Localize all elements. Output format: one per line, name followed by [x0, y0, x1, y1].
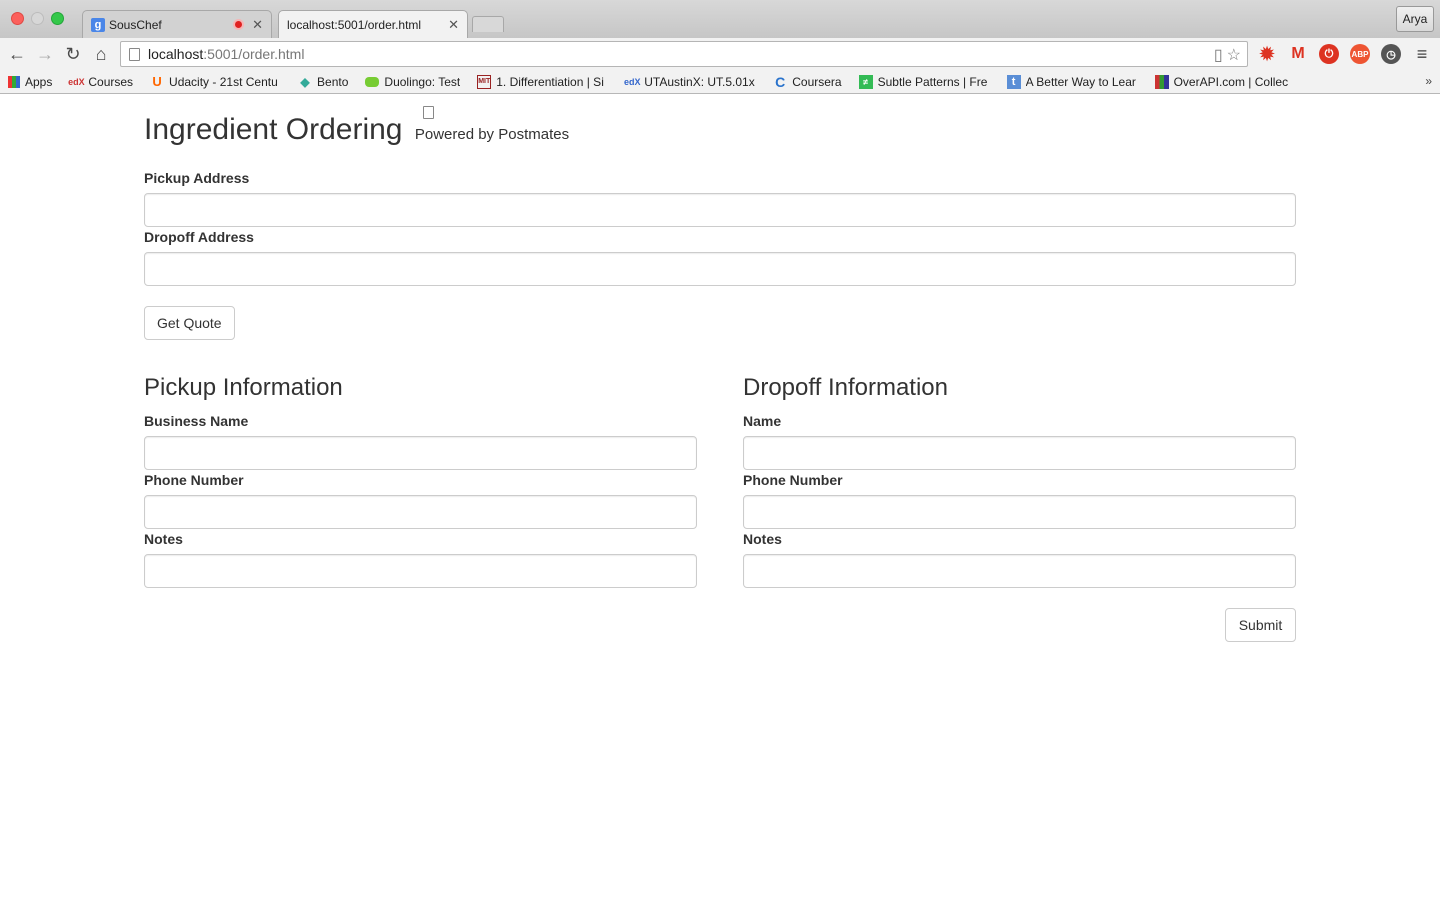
business-name-input[interactable] [144, 436, 697, 470]
tumblr-icon: t [1006, 74, 1021, 89]
close-tab-icon[interactable]: ✕ [448, 17, 459, 33]
submit-button[interactable]: Submit [1225, 608, 1296, 642]
bookmark-bento[interactable]: ◆ Bento [298, 75, 348, 89]
pickup-information-heading: Pickup Information [144, 374, 343, 401]
bookmarks-overflow-chevron-icon[interactable]: » [1425, 74, 1432, 88]
bookmarks-bar: Apps edX Courses U Udacity - 21st Centu … [0, 70, 1440, 94]
bento-icon: ◆ [300, 74, 310, 89]
forward-arrow-icon[interactable]: → [33, 42, 57, 66]
browser-toolbar: ← → ↻ ⌂ localhost:5001/order.html ▯ ☆ ✹ … [0, 38, 1440, 70]
home-icon[interactable]: ⌂ [89, 42, 113, 66]
coursera-icon: C [775, 73, 786, 90]
browser-titlebar: g SousChef ✕ localhost:5001/order.html ✕… [0, 0, 1440, 119]
tab-order[interactable]: localhost:5001/order.html ✕ [278, 10, 468, 119]
page-title: Ingredient Ordering Powered by Postmates [144, 113, 569, 147]
back-arrow-icon[interactable]: ← [5, 42, 29, 66]
tab-title: localhost:5001/order.html [287, 17, 422, 32]
bookmark-label: OverAPI.com | Collec [1173, 74, 1289, 89]
dropoff-address-input[interactable] [144, 252, 1296, 286]
dropoff-information-heading: Dropoff Information [743, 374, 948, 401]
edx-icon: edX [68, 76, 85, 87]
history-clock-icon[interactable]: ◷ [1381, 44, 1401, 64]
pickup-phone-label: Phone Number [144, 472, 244, 488]
bookmark-coursera[interactable]: C Coursera [773, 73, 842, 90]
bookmark-subtle-patterns[interactable]: ≠ Subtle Patterns | Fre [858, 74, 990, 89]
bookmark-label: Bento [317, 74, 349, 89]
bookmark-label: Subtle Patterns | Fre [877, 74, 988, 89]
tab-title: SousChef [109, 17, 162, 32]
dropoff-phone-label: Phone Number [743, 472, 843, 488]
bookmark-label: A Better Way to Lear [1025, 74, 1136, 89]
close-tab-icon[interactable]: ✕ [252, 17, 263, 33]
reader-mode-icon[interactable]: ▯ [1214, 45, 1223, 65]
dropoff-name-input[interactable] [743, 436, 1296, 470]
zoom-window-button[interactable] [51, 12, 64, 25]
pickup-address-label: Pickup Address [144, 170, 250, 186]
tab-souschef[interactable]: g SousChef ✕ [82, 10, 272, 38]
get-quote-button[interactable]: Get Quote [144, 306, 235, 340]
bookmark-label: Courses [88, 74, 134, 89]
duolingo-icon [365, 76, 380, 87]
profile-button[interactable]: Arya [1396, 6, 1434, 32]
pickup-notes-label: Notes [144, 531, 183, 547]
bookmark-overapi[interactable]: OverAPI.com | Collec [1154, 74, 1289, 89]
apps-grid-icon [8, 75, 20, 88]
extension-lastpass-icon[interactable]: ✹ [1257, 44, 1277, 64]
bookmark-utaustinx[interactable]: edX UTAustinX: UT.5.01x [623, 74, 756, 89]
menu-icon[interactable]: ≡ [1412, 44, 1432, 64]
dropoff-address-label: Dropoff Address [144, 229, 254, 245]
dropoff-notes-label: Notes [743, 531, 782, 547]
dropoff-notes-input[interactable] [743, 554, 1296, 588]
extension-power-icon[interactable]: ⏻ [1319, 44, 1339, 64]
bookmark-label: Duolingo: Test [384, 74, 461, 89]
overapi-icon [1154, 74, 1169, 89]
bookmark-star-icon[interactable]: ☆ [1227, 45, 1241, 65]
google-favicon-icon: g [91, 17, 105, 32]
page-title-text: Ingredient Ordering [144, 113, 403, 146]
pickup-address-input[interactable] [144, 193, 1296, 227]
pickup-phone-input[interactable] [144, 495, 697, 529]
minimize-window-button[interactable] [31, 12, 44, 25]
adblock-plus-icon[interactable]: ABP [1350, 44, 1370, 64]
close-window-button[interactable] [11, 12, 24, 25]
dropoff-name-label: Name [743, 413, 782, 429]
page-icon [129, 47, 140, 61]
bookmark-udacity[interactable]: U Udacity - 21st Centu [150, 74, 281, 89]
bookmark-label: Udacity - 21st Centu [169, 74, 278, 89]
reload-icon[interactable]: ↻ [61, 42, 85, 66]
business-name-label: Business Name [144, 413, 249, 429]
pickup-notes-input[interactable] [144, 554, 697, 588]
gmail-icon[interactable]: M [1288, 44, 1308, 64]
bookmark-apps[interactable]: Apps [8, 75, 52, 89]
bookmark-mit-ocw[interactable]: MIT 1. Differentiation | Si [477, 74, 608, 89]
mit-ocw-icon: MIT [477, 74, 492, 89]
url-host: localhost [148, 46, 204, 62]
bookmark-label: UTAustinX: UT.5.01x [644, 74, 755, 89]
bookmark-courses[interactable]: edX Courses [68, 74, 134, 89]
new-tab-button[interactable] [472, 16, 504, 32]
bookmark-better-way[interactable]: t A Better Way to Lear [1006, 74, 1138, 89]
edx-icon: edX [623, 76, 641, 87]
bookmark-label: 1. Differentiation | Si [496, 74, 604, 89]
url-path: :5001/order.html [203, 46, 305, 62]
bookmark-label: Coursera [792, 74, 842, 89]
bookmark-duolingo[interactable]: Duolingo: Test [365, 75, 460, 89]
recording-icon [233, 19, 245, 30]
page-subtitle: Powered by Postmates [414, 126, 570, 143]
dropoff-phone-input[interactable] [743, 495, 1296, 529]
subtle-patterns-icon: ≠ [858, 74, 873, 89]
bookmark-label: Apps [25, 74, 53, 89]
address-bar[interactable]: localhost:5001/order.html ▯ ☆ [120, 41, 1248, 67]
udacity-icon: U [152, 74, 162, 89]
